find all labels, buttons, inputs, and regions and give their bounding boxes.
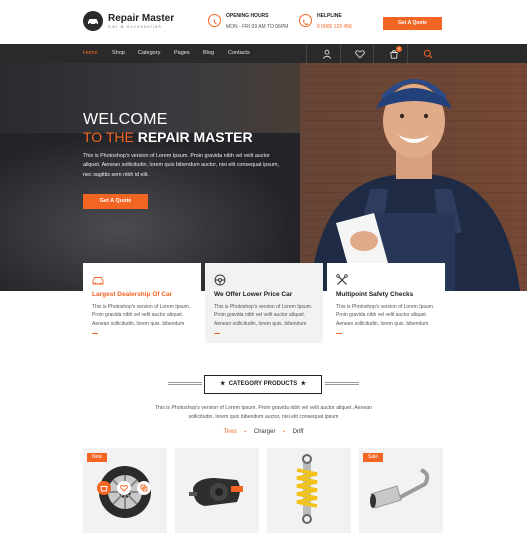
search-icon[interactable] — [421, 47, 435, 61]
user-icon[interactable] — [320, 47, 334, 61]
feature-title: Largest Dealership Of Car — [92, 291, 173, 298]
charger-image — [189, 478, 243, 506]
category-heading: ★ CATEGORY PRODUCTS ★ — [204, 375, 322, 394]
hero-banner: WELCOME TO THE REPAIR MASTER This is Pho… — [0, 63, 527, 291]
car-icon — [92, 273, 104, 285]
compare-icon[interactable] — [137, 481, 151, 495]
main-nav: Home Shop Category Pages Blog Contacts 0 — [0, 44, 527, 63]
feature-text: This is Photoshop's version of Lorem Ips… — [92, 304, 191, 327]
nav-divider — [373, 44, 374, 63]
helpline-number[interactable]: 0 0000 123 456 — [317, 23, 352, 32]
hero-title-welcome: WELCOME — [83, 111, 168, 128]
feature-title: Multipoint Safety Checks — [336, 291, 414, 298]
heading-line-left — [168, 382, 202, 385]
cart-icon[interactable]: 0 — [387, 46, 402, 61]
feature-card-safety: Multipoint Safety Checks This is Photosh… — [327, 263, 445, 343]
category-tabs: Tires • Charger • Driff — [0, 429, 527, 435]
feature-title: We Offer Lower Price Car — [214, 291, 293, 298]
opening-hours-title: OPENING HOURS — [226, 13, 269, 19]
hero-description: This is Photoshop's version of Lorem Ips… — [83, 153, 279, 178]
helpline-title: HELPLINE — [317, 13, 342, 19]
nav-pages[interactable]: Pages — [174, 44, 190, 63]
star-icon: ★ — [300, 381, 307, 387]
phone-icon — [299, 14, 312, 27]
tab-separator: • — [244, 429, 247, 435]
feature-divider — [92, 332, 98, 335]
nav-divider — [407, 44, 408, 63]
feature-text: This is Photoshop's version of Lorem Ips… — [336, 304, 435, 327]
helpline: HELPLINE 0 0000 123 456 — [299, 13, 352, 32]
get-quote-button-header[interactable]: Get A Quote — [383, 17, 442, 30]
category-heading-text: CATEGORY PRODUCTS — [228, 381, 298, 387]
get-quote-button-hero[interactable]: Get A Quote — [83, 194, 148, 209]
star-icon: ★ — [219, 381, 226, 387]
steering-wheel-icon — [214, 273, 226, 286]
add-to-cart-icon[interactable] — [97, 481, 111, 495]
nav-category[interactable]: Category — [138, 44, 160, 63]
feature-text: This is Photoshop's version of Lorem Ips… — [214, 304, 313, 327]
feature-card-lower-price: We Offer Lower Price Car This is Photosh… — [205, 263, 323, 343]
nav-blog[interactable]: Blog — [203, 44, 214, 63]
top-header: Repair Master Car & Accessories OPENING … — [0, 0, 527, 44]
nav-home[interactable]: Home — [83, 44, 98, 63]
car-logo-icon — [83, 11, 103, 31]
nav-contacts[interactable]: Contacts — [228, 44, 250, 63]
nav-shop[interactable]: Shop — [112, 44, 125, 63]
category-description: This is Photoshop's version of Lorem Ips… — [155, 405, 372, 420]
tab-charger[interactable]: Charger — [254, 429, 276, 435]
tab-driff[interactable]: Driff — [293, 429, 304, 435]
tab-separator: • — [283, 429, 285, 435]
opening-hours-value: MON - FRI 09 AM TO 06PM — [226, 24, 289, 30]
feature-divider — [214, 332, 220, 335]
hero-title-highlight: REPAIR MASTER — [137, 129, 253, 145]
feature-divider — [336, 332, 342, 335]
brand-tagline: Car & Accessories — [108, 23, 162, 29]
clock-icon — [208, 14, 221, 27]
product-card-charger[interactable] — [175, 448, 259, 533]
hero-title-subline: TO THE REPAIR MASTER — [83, 129, 253, 145]
sale-badge: Sale — [363, 453, 384, 462]
feature-card-dealership: Largest Dealership Of Car This is Photos… — [83, 263, 201, 343]
mechanic-image — [310, 79, 520, 291]
shock-absorber-image — [296, 454, 318, 524]
nav-divider — [340, 44, 341, 63]
heading-line-right — [325, 382, 359, 385]
new-badge: New — [87, 453, 108, 462]
product-card-exhaust[interactable]: Sale — [359, 448, 443, 533]
heart-icon[interactable] — [353, 47, 367, 61]
nav-divider — [306, 44, 307, 63]
logo[interactable]: Repair Master Car & Accessories — [83, 11, 174, 31]
tools-icon — [336, 273, 348, 285]
wishlist-icon[interactable] — [117, 481, 131, 495]
product-card-shock-absorber[interactable] — [267, 448, 351, 533]
brand-name: Repair Master — [108, 12, 175, 24]
cart-count-badge: 0 — [396, 46, 402, 52]
opening-hours: OPENING HOURS MON - FRI 09 AM TO 06PM — [208, 13, 288, 32]
tab-tires[interactable]: Tires — [224, 429, 237, 435]
hero-title-prefix: TO THE — [83, 129, 134, 145]
